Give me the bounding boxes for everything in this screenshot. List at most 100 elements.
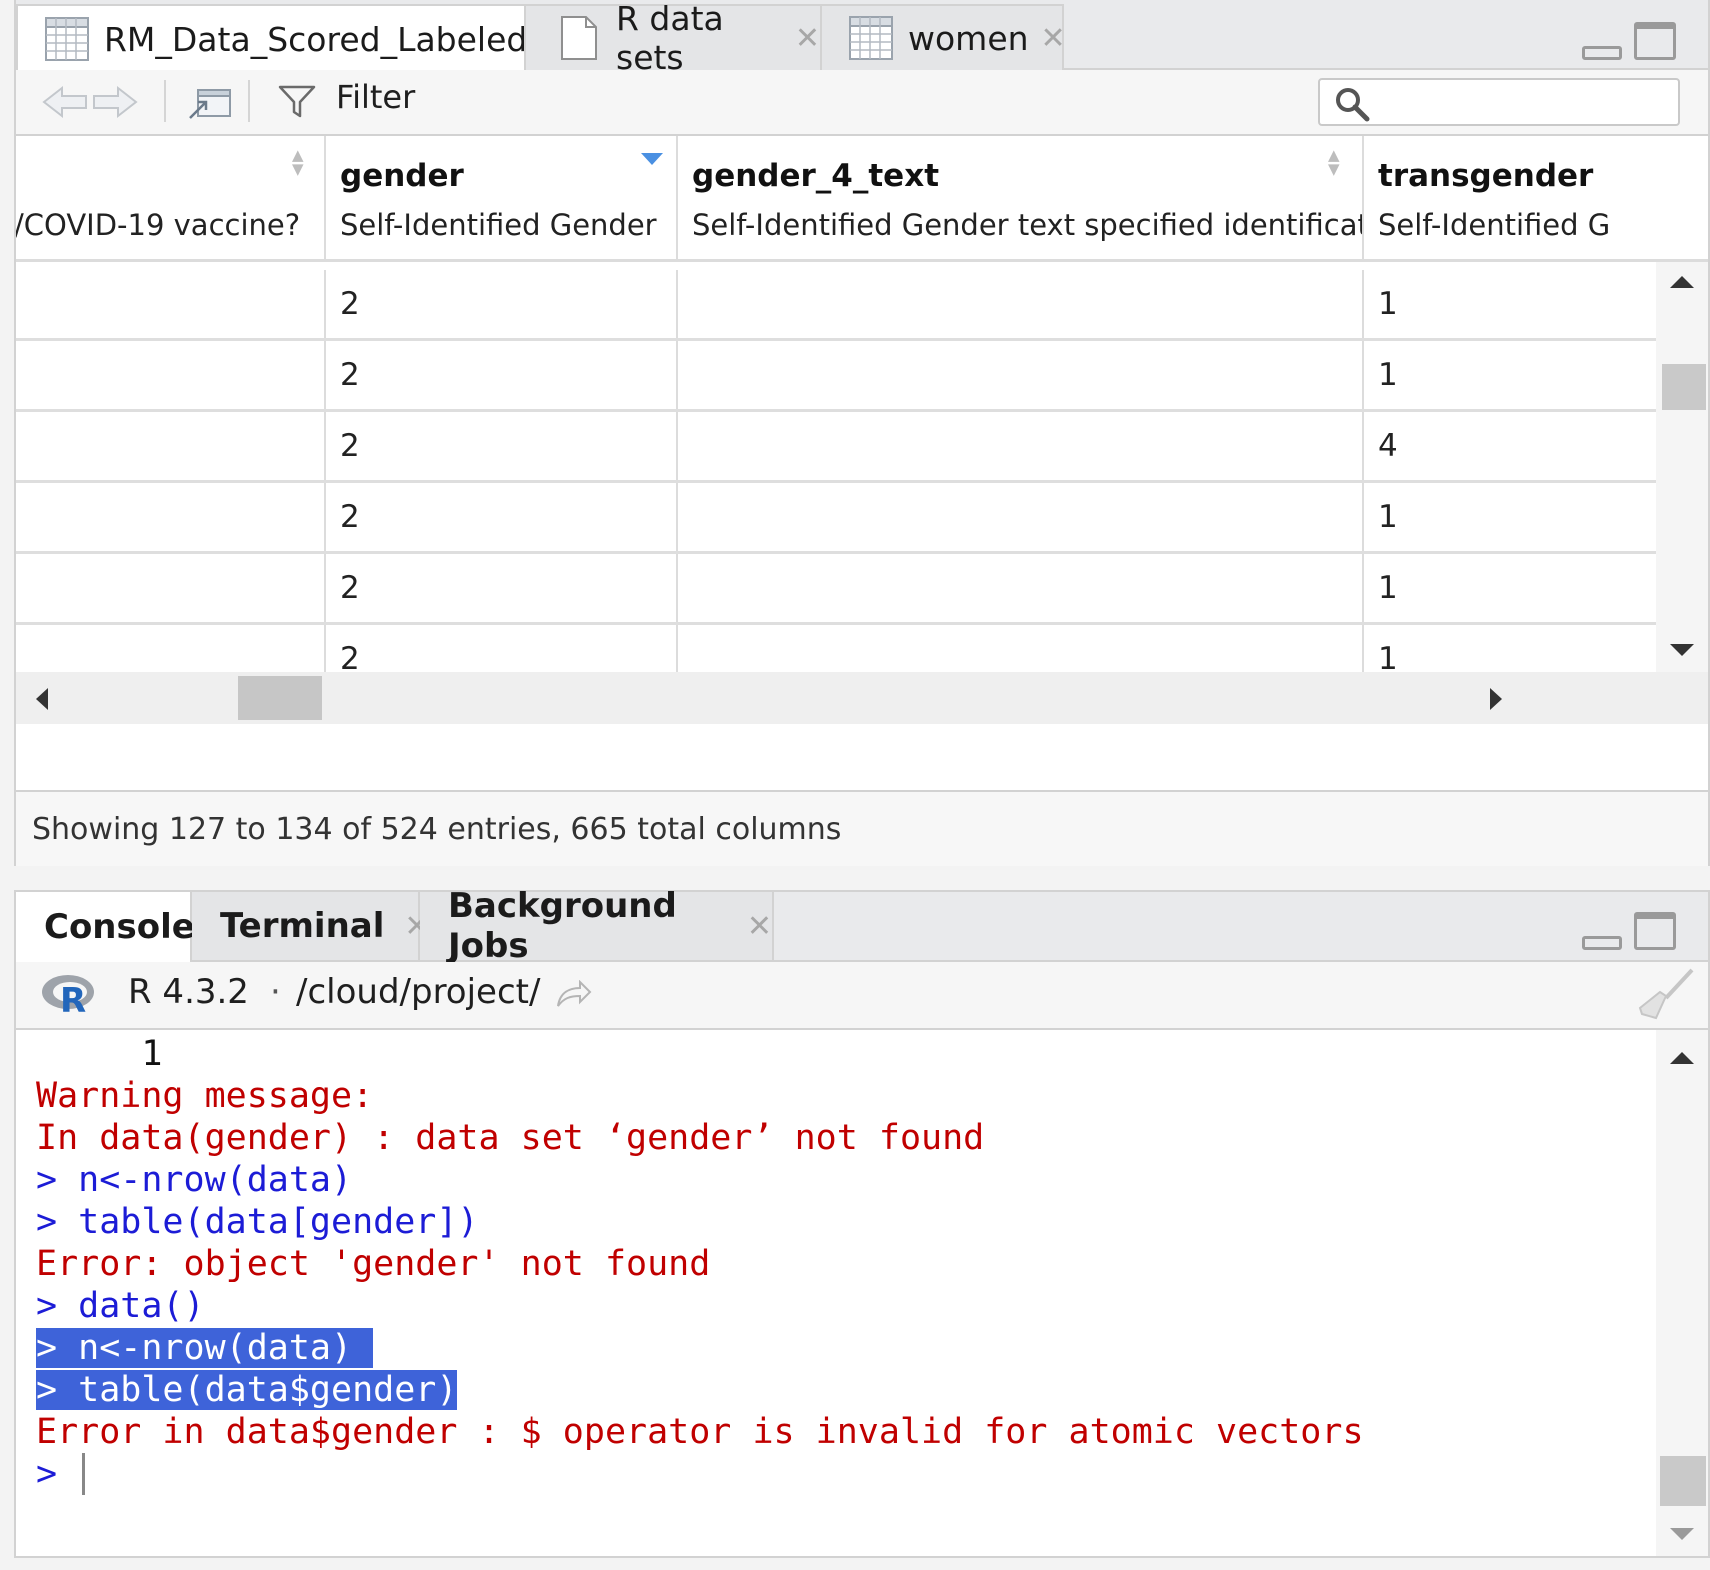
console-scroll-thumb[interactable] <box>1660 1456 1706 1506</box>
cell-gender: 2 <box>324 341 678 409</box>
close-icon[interactable]: ✕ <box>795 21 820 56</box>
column-header-transgender[interactable]: transgender Self-Identified G <box>1362 136 1708 259</box>
cell-gender: 2 <box>324 483 678 551</box>
vertical-scrollbar[interactable] <box>1656 262 1708 672</box>
console-line: 1 <box>36 1034 163 1074</box>
column-label: Self-Identified Gender text specified id… <box>692 208 1364 242</box>
table-row[interactable]: 21 <box>16 270 1656 341</box>
horizontal-scrollbar[interactable] <box>16 672 1656 724</box>
filter-button-label[interactable]: Filter <box>336 78 415 116</box>
minimize-pane-button[interactable] <box>1582 936 1622 950</box>
scroll-down-icon[interactable] <box>1668 1526 1696 1542</box>
cell-transgender: 1 <box>1378 286 1398 322</box>
column-label: /COVID-19 vaccine? <box>16 208 301 242</box>
column-name: gender <box>340 158 464 194</box>
console-vertical-scrollbar[interactable] <box>1656 1030 1708 1556</box>
data-grid: /COVID-19 vaccine? ▲ ▼ gender Self-Identi… <box>16 136 1708 736</box>
entries-status-text: Showing 127 to 134 of 524 entries, 665 t… <box>32 812 842 847</box>
sort-icon[interactable]: ▲ ▼ <box>1328 148 1340 177</box>
console-line: > table(data[gender]) <box>36 1202 479 1242</box>
tab-console[interactable]: Console <box>16 892 195 962</box>
horizontal-scroll-thumb[interactable] <box>238 676 322 720</box>
toolbar-separator <box>164 80 166 122</box>
r-logo-icon: R <box>42 975 94 1016</box>
tab-label: Console <box>44 907 195 947</box>
document-icon <box>561 16 597 60</box>
table-row[interactable]: 21 <box>16 341 1656 412</box>
column-header-gender-4-text[interactable]: gender_4_text Self-Identified Gender tex… <box>676 136 1364 259</box>
tab-rm-data-scored-labeled[interactable]: RM_Data_Scored_Labeled ✕ <box>16 4 565 72</box>
vertical-scroll-thumb[interactable] <box>1662 364 1706 410</box>
cell-c0 <box>16 554 326 622</box>
column-name: gender_4_text <box>692 158 940 194</box>
search-icon <box>1336 88 1370 122</box>
table-row[interactable]: 21 <box>16 625 1656 672</box>
scroll-up-icon[interactable] <box>1668 1050 1696 1066</box>
minimize-pane-button[interactable] <box>1582 46 1622 60</box>
column-name: transgender <box>1378 158 1594 194</box>
cell-gender: 2 <box>324 554 678 622</box>
tab-terminal[interactable]: Terminal ✕ <box>192 892 430 960</box>
popout-window-icon[interactable] <box>186 82 234 122</box>
cell-gender-4-text <box>676 483 1364 551</box>
cell-gender-4-text <box>676 412 1364 480</box>
column-header[interactable]: /COVID-19 vaccine? ▲ ▼ <box>16 136 326 259</box>
cell-gender: 2 <box>324 412 678 480</box>
close-icon[interactable]: ✕ <box>747 909 772 944</box>
maximize-pane-button[interactable] <box>1634 912 1676 950</box>
tab-r-data-sets[interactable]: R data sets ✕ <box>524 0 822 77</box>
status-bar: Showing 127 to 134 of 524 entries, 665 t… <box>16 790 1708 866</box>
editor-tab-bar: RM_Data_Scored_Labeled ✕ R data sets ✕ w… <box>16 0 1708 77</box>
text-cursor <box>82 1453 85 1495</box>
table-row[interactable]: 21 <box>16 483 1656 554</box>
tab-label: R data sets <box>616 0 724 77</box>
go-to-directory-icon[interactable] <box>556 980 592 1008</box>
tab-label: women <box>908 18 1029 58</box>
table-row[interactable]: 21 <box>16 554 1656 625</box>
scroll-up-icon[interactable] <box>1668 274 1696 290</box>
forward-arrow-icon[interactable] <box>92 84 138 120</box>
console-toolbar: R R 4.3.2 · /cloud/project/ <box>16 962 1708 1030</box>
selected-line-text: > table(data$gender) <box>36 1370 458 1410</box>
console-line: > table(data$gender) <box>36 1368 458 1412</box>
console-output[interactable]: 1 Warning message: In data(gender) : data … <box>16 1030 1656 1556</box>
back-arrow-icon[interactable] <box>42 84 88 120</box>
scroll-left-icon[interactable] <box>34 686 50 712</box>
toolbar-separator <box>248 80 250 122</box>
maximize-pane-button[interactable] <box>1634 22 1676 60</box>
console-tab-bar: Console Terminal ✕ Background Jobs ✕ <box>16 886 1708 966</box>
pane-window-controls <box>1582 912 1676 950</box>
filter-icon[interactable] <box>278 84 318 120</box>
console-pane: Console Terminal ✕ Background Jobs ✕ R R… <box>14 886 1710 1558</box>
console-line: > n<-nrow(data) <box>36 1160 353 1200</box>
cell-gender-4-text <box>676 341 1364 409</box>
grid-body: 21212421212121 <box>16 270 1656 672</box>
grid-header: /COVID-19 vaccine? ▲ ▼ gender Self-Identi… <box>16 136 1708 262</box>
cell-gender: 2 <box>324 625 678 672</box>
toolbar-separator-dot: · <box>270 972 281 1012</box>
console-line: In data(gender) : data set ‘gender’ not … <box>36 1118 985 1158</box>
scroll-right-icon[interactable] <box>1488 686 1504 712</box>
console-prompt: > <box>36 1454 79 1494</box>
close-icon[interactable]: ✕ <box>1041 21 1066 56</box>
working-directory-path[interactable]: /cloud/project/ <box>296 972 540 1012</box>
sort-descending-icon[interactable] <box>640 152 664 166</box>
cell-gender-4-text <box>676 625 1364 672</box>
sort-icon[interactable]: ▲ ▼ <box>292 148 304 177</box>
column-header-gender[interactable]: gender Self-Identified Gender <box>324 136 678 259</box>
tab-label: RM_Data_Scored_Labeled <box>104 19 528 59</box>
console-line: Warning message: <box>36 1076 374 1116</box>
console-line: Error in data$gender : $ operator is inv… <box>36 1412 1364 1452</box>
tab-women[interactable]: women ✕ <box>820 4 1066 70</box>
tab-background-jobs[interactable]: Background Jobs ✕ <box>420 886 774 966</box>
cell-transgender: 1 <box>1378 570 1398 606</box>
cell-c0 <box>16 341 326 409</box>
data-viewer-pane: RM_Data_Scored_Labeled ✕ R data sets ✕ w… <box>14 0 1710 866</box>
clear-console-broom-icon[interactable] <box>1636 968 1696 1020</box>
table-row[interactable]: 24 <box>16 412 1656 483</box>
console-line: Error: object 'gender' not found <box>36 1244 711 1284</box>
scroll-down-icon[interactable] <box>1668 642 1696 658</box>
cell-gender-4-text <box>676 270 1364 338</box>
search-input[interactable] <box>1318 78 1680 126</box>
cell-c0 <box>16 270 326 338</box>
